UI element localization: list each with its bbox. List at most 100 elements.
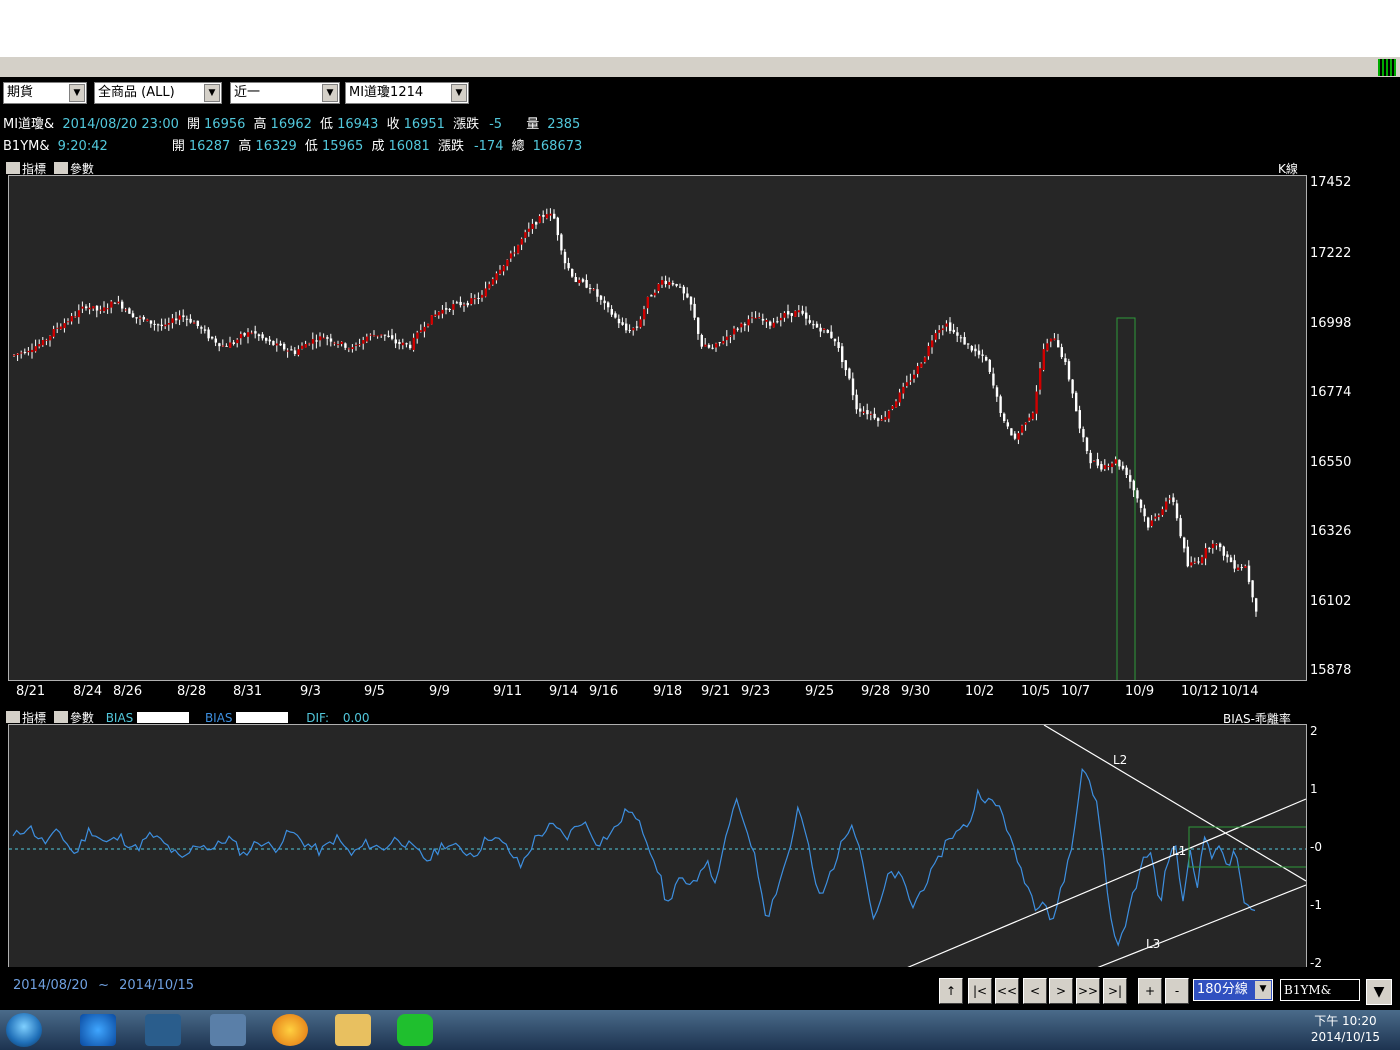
candle-body [149, 320, 153, 324]
quote2-time: 9:20:42 [57, 139, 108, 154]
x-tick-label: 9/3 [300, 684, 321, 699]
annotation-l2: L2 [1113, 753, 1127, 767]
candle-body [815, 323, 819, 328]
nav-button-3[interactable]: < [1023, 978, 1047, 1004]
x-tick-label: 9/18 [653, 684, 683, 699]
nav-button-8[interactable]: - [1165, 978, 1189, 1004]
symbol-select[interactable]: MI道瓊1214 ▼ [345, 82, 469, 104]
browser-icon[interactable] [272, 1014, 308, 1046]
indicator-toggle-icon[interactable] [6, 711, 20, 723]
candle-body [470, 298, 473, 304]
param-label[interactable]: 參數 [70, 162, 94, 176]
grid-icon[interactable] [1378, 59, 1396, 76]
dropdown-arrow-icon[interactable]: ▼ [1366, 979, 1392, 1005]
candle-body [646, 296, 649, 309]
candle-body [538, 216, 541, 223]
candle-body [124, 309, 127, 311]
candle-body [272, 340, 275, 345]
candle-body [131, 313, 135, 318]
nav-button-0[interactable]: ↑ [939, 978, 963, 1004]
param-toggle-icon[interactable] [53, 162, 68, 174]
bias-svg[interactable]: L1 L2 L3 [9, 725, 1306, 969]
chevron-down-icon[interactable]: ▼ [1255, 981, 1271, 999]
candle-body [524, 232, 527, 238]
quote2-chg: -174 [473, 139, 504, 154]
ie-icon[interactable] [80, 1014, 116, 1046]
candle-body [34, 346, 37, 352]
nav-button-1[interactable]: |< [968, 978, 992, 1004]
candle-body [70, 316, 73, 322]
candle-body [261, 334, 264, 339]
nav-button-6[interactable]: >| [1103, 978, 1127, 1004]
interval-select[interactable]: 180分線 ▼ [1193, 979, 1273, 1001]
candle-body [830, 331, 833, 338]
system-clock[interactable]: 下午 10:20 2014/10/15 [1311, 1013, 1380, 1045]
candle-body [891, 405, 894, 410]
candle-body [1103, 465, 1107, 469]
x-tick-label: 8/31 [233, 684, 263, 699]
candle-body [733, 328, 736, 335]
chevron-down-icon[interactable]: ▼ [451, 84, 467, 102]
candlestick-svg[interactable] [9, 176, 1306, 680]
candle-body [153, 323, 156, 325]
candle-body [959, 337, 963, 339]
candle-body [81, 306, 84, 309]
nav-button-5[interactable]: >> [1076, 978, 1100, 1004]
candle-body [679, 286, 682, 288]
candlestick-chart[interactable] [8, 175, 1307, 681]
chevron-down-icon[interactable]: ▼ [322, 84, 338, 102]
candle-body [110, 301, 113, 308]
nav-button-7[interactable]: + [1138, 978, 1162, 1004]
candle-body [1075, 392, 1078, 412]
candle-body [1111, 463, 1114, 468]
quote1-open: 16956 [204, 117, 246, 132]
candle-body [1021, 425, 1024, 433]
candle-body [754, 317, 757, 319]
candle-body [657, 283, 660, 292]
param-toggle-icon[interactable] [53, 711, 68, 723]
candle-body [1121, 465, 1125, 469]
market-select[interactable]: 期貨 ▼ [3, 82, 87, 104]
candle-body [794, 311, 797, 317]
candle-body [999, 396, 1002, 413]
candle-body [301, 345, 304, 349]
sub-indicator-label[interactable]: 指標 [22, 711, 46, 725]
candle-body [49, 335, 52, 341]
y-tick-label: 16550 [1310, 454, 1352, 470]
nav-button-4[interactable]: > [1049, 978, 1073, 1004]
candle-body [963, 337, 966, 345]
chevron-down-icon[interactable]: ▼ [69, 84, 85, 102]
candle-body [542, 214, 545, 217]
x-tick-label: 10/7 [1061, 684, 1091, 699]
candle-body [1222, 546, 1225, 556]
line-icon[interactable] [397, 1014, 433, 1046]
nav-button-2[interactable]: << [995, 978, 1019, 1004]
media-player-icon[interactable] [145, 1014, 181, 1046]
candle-body [185, 318, 189, 320]
sub-param-label[interactable]: 參數 [70, 711, 94, 725]
app-icon[interactable] [210, 1014, 246, 1046]
indicator-label[interactable]: 指標 [22, 162, 46, 176]
folder-icon[interactable] [335, 1014, 371, 1046]
x-tick-label: 8/26 [113, 684, 143, 699]
quote1-name: MI道瓊& [3, 117, 55, 132]
chevron-down-icon[interactable]: ▼ [204, 84, 220, 102]
annotation-l1: L1 [1172, 844, 1186, 858]
bias-chart[interactable]: L1 L2 L3 [8, 724, 1307, 970]
date-from: 2014/08/20 [13, 978, 88, 993]
consolidation-box [1188, 826, 1306, 868]
candle-body [527, 228, 531, 232]
candle-body [311, 339, 315, 344]
start-button[interactable] [6, 1013, 42, 1047]
quote1-high-label: 高 [253, 117, 267, 132]
candle-body [599, 295, 603, 300]
products-select[interactable]: 全商品 (ALL) ▼ [94, 82, 222, 104]
quote-line-2: B1YM& 9:20:42 開 16287 高 16329 低 15965 成 1608… [3, 135, 586, 154]
candle-body [290, 349, 293, 351]
indicator-toggle-icon[interactable] [6, 162, 20, 174]
bias-y-tick-label: 2 [1310, 724, 1318, 738]
period-select[interactable]: 近一 ▼ [230, 82, 340, 104]
symbol-input[interactable]: B1YM& [1280, 979, 1360, 1001]
candle-body [556, 217, 559, 236]
candle-body [434, 314, 437, 317]
